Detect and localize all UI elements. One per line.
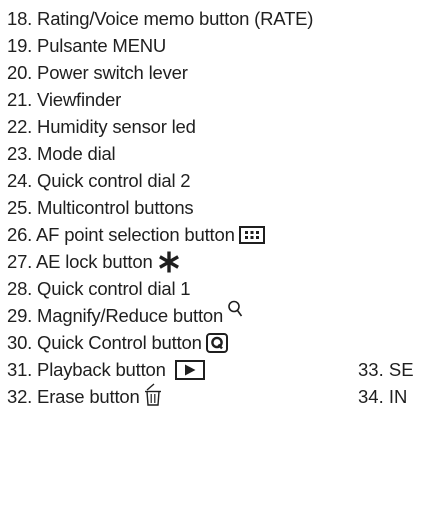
item-label: 19. Pulsante MENU (7, 35, 167, 56)
item-label: 21. Viewfinder (7, 89, 122, 110)
list-item: 18. Rating/Voice memo button (RATE) (7, 6, 313, 32)
list-item: 31. Playback button (7, 357, 205, 383)
trash-icon (144, 383, 162, 407)
item-label: 20. Power switch lever (7, 62, 188, 83)
item-label: 18. Rating/Voice memo button (RATE) (7, 8, 314, 29)
list-item: 33. SE (358, 357, 425, 383)
list-item: 32. Erase button (7, 383, 162, 410)
item-label: 34. IN (358, 386, 408, 407)
list-item: 34. IN (358, 384, 425, 410)
item-label: 32. Erase button (7, 386, 140, 407)
list-item: 24. Quick control dial 2 (7, 168, 191, 194)
af-point-selection-icon (238, 226, 265, 244)
item-label: 30. Quick Control button (7, 332, 202, 353)
list-item: 25. Multicontrol buttons (7, 195, 194, 221)
item-label: 25. Multicontrol buttons (7, 197, 194, 218)
item-label: 28. Quick control dial 1 (7, 278, 191, 299)
item-label: 22. Humidity sensor led (7, 116, 196, 137)
list-item: 20. Power switch lever (7, 60, 188, 86)
q-button-icon (205, 333, 228, 353)
item-label: 26. AF point selection button (7, 224, 235, 245)
item-label: 33. SE (358, 359, 414, 380)
list-item: 23. Mode dial (7, 141, 116, 167)
list-item: 30. Quick Control button (7, 330, 228, 356)
playback-icon (174, 360, 205, 380)
list-item: 22. Humidity sensor led (7, 114, 196, 140)
list-item: 27. AE lock button (7, 249, 181, 275)
item-label: 23. Mode dial (7, 143, 116, 164)
magnify-icon (227, 300, 243, 320)
list-item: 28. Quick control dial 1 (7, 276, 191, 302)
list-item: 21. Viewfinder (7, 87, 121, 113)
asterisk-icon (157, 250, 181, 274)
item-label: 27. AE lock button (7, 251, 153, 272)
item-label: 29. Magnify/Reduce button (7, 305, 224, 326)
list-item: 29. Magnify/Reduce button (7, 300, 243, 329)
item-label: 24. Quick control dial 2 (7, 170, 191, 191)
list-item: 19. Pulsante MENU (7, 33, 166, 59)
list-item: 26. AF point selection button (7, 222, 265, 248)
item-label: 31. Playback button (7, 359, 166, 380)
